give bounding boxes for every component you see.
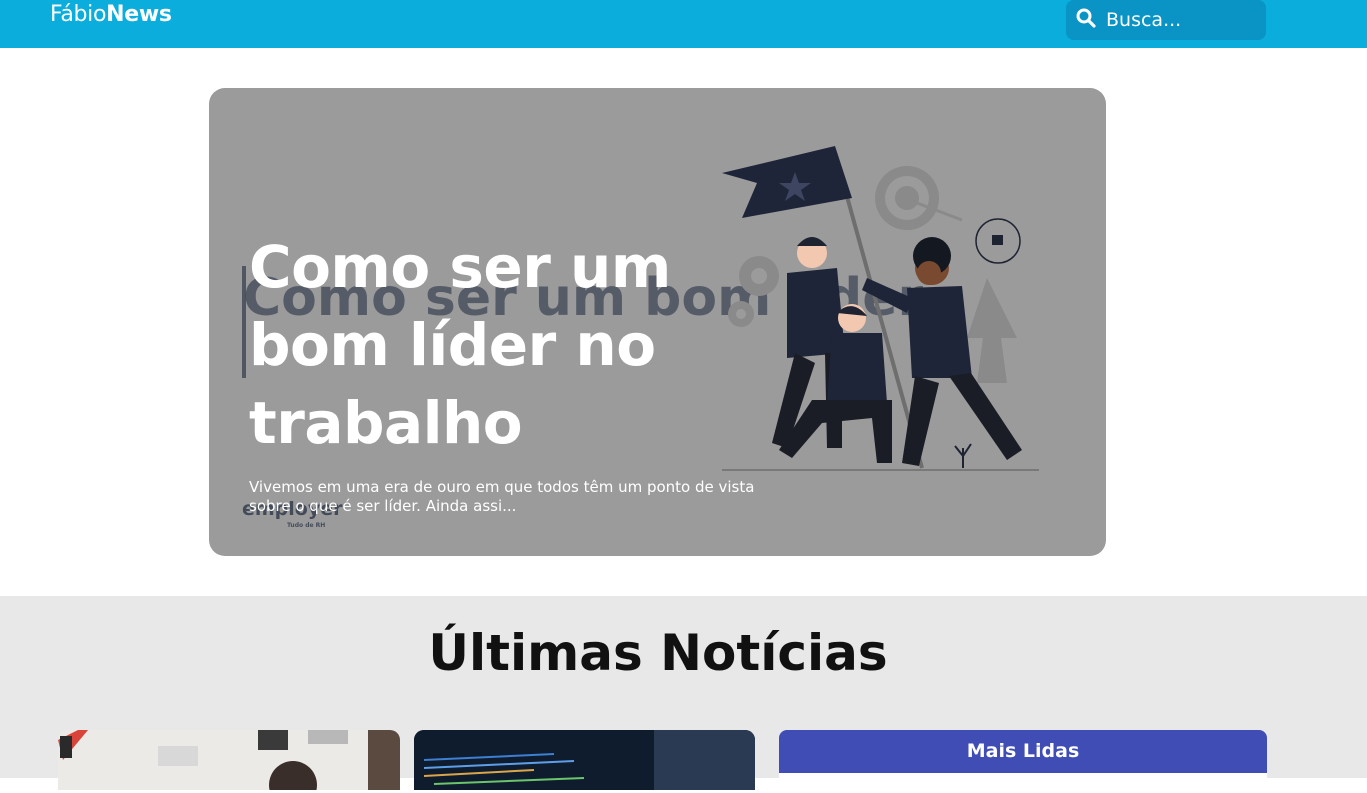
most-read-panel: Mais Lidas xyxy=(779,730,1267,793)
search-box[interactable] xyxy=(1066,0,1266,40)
news-card[interactable] xyxy=(58,730,400,790)
latest-news-heading: Últimas Notícias xyxy=(428,624,888,682)
featured-article-title[interactable]: Como ser um bom líder no trabalho xyxy=(249,228,769,462)
site-logo[interactable]: FábioNews xyxy=(50,2,172,27)
latest-news-section: Últimas Notícias Mais Lidas xyxy=(0,596,1367,793)
logo-bold-text: News xyxy=(106,2,172,27)
news-card[interactable] xyxy=(414,730,755,790)
featured-article-card[interactable]: Como ser um bom líder employer Tudo de R… xyxy=(209,88,1106,556)
top-navbar: FábioNews xyxy=(0,0,1367,48)
most-read-list xyxy=(779,773,1267,793)
logo-light-text: Fábio xyxy=(50,2,107,27)
most-read-heading: Mais Lidas xyxy=(966,740,1080,762)
search-icon[interactable] xyxy=(1076,8,1096,32)
news-card-thumbnail xyxy=(414,730,755,790)
news-card-thumbnail xyxy=(58,730,400,790)
featured-article-excerpt: Vivemos em uma era de ouro em que todos … xyxy=(249,478,755,515)
image-brand-tagline: Tudo de RH xyxy=(287,522,326,529)
search-input[interactable] xyxy=(1106,9,1256,31)
